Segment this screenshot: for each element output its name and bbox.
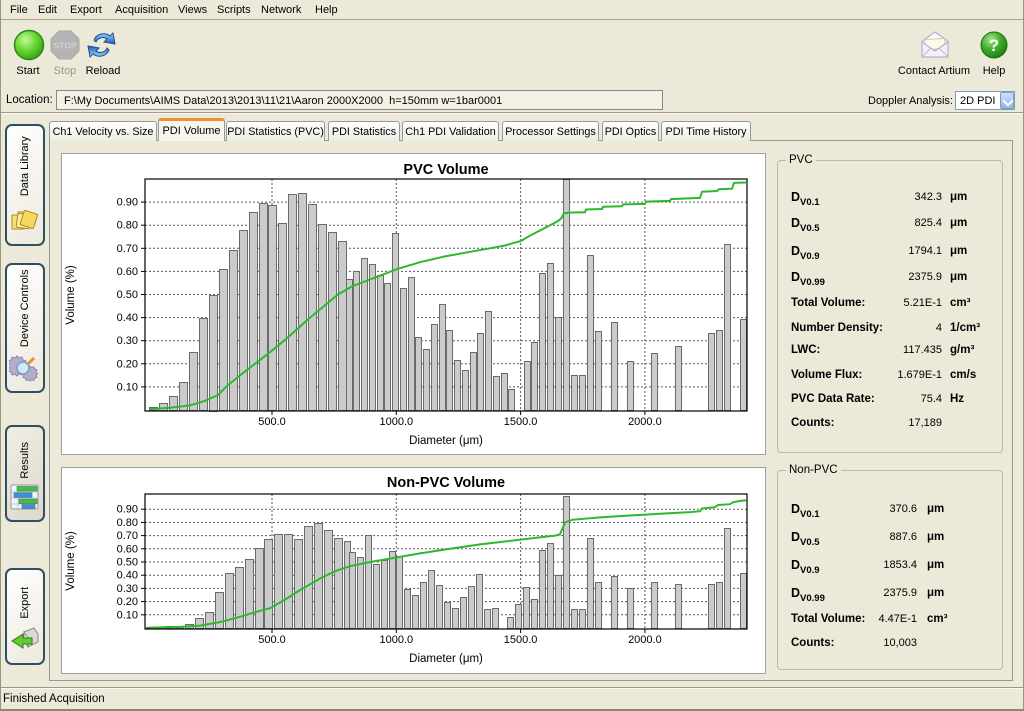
svg-text:Diameter (μm): Diameter (μm) [409, 435, 483, 447]
svg-text:0.20: 0.20 [117, 596, 138, 608]
svg-text:0.30: 0.30 [117, 335, 138, 347]
svg-text:0.60: 0.60 [117, 266, 138, 278]
svg-text:0.60: 0.60 [117, 543, 138, 555]
svg-text:1500.0: 1500.0 [504, 416, 538, 428]
svg-text:1000.0: 1000.0 [379, 416, 413, 428]
svg-text:1500.0: 1500.0 [504, 634, 538, 646]
svg-text:0.70: 0.70 [117, 243, 138, 255]
svg-text:0.10: 0.10 [117, 609, 138, 621]
svg-text:PVC Volume: PVC Volume [403, 162, 488, 178]
svg-text:0.50: 0.50 [117, 557, 138, 569]
svg-text:0.80: 0.80 [117, 517, 138, 529]
svg-text:0.40: 0.40 [117, 570, 138, 582]
svg-text:0.40: 0.40 [117, 312, 138, 324]
svg-text:0.90: 0.90 [117, 197, 138, 209]
svg-text:0.90: 0.90 [117, 504, 138, 516]
svg-text:STOP: STOP [54, 41, 77, 51]
svg-text:2000.0: 2000.0 [628, 634, 662, 646]
svg-text:2000.0: 2000.0 [628, 416, 662, 428]
svg-text:?: ? [989, 36, 999, 55]
svg-text:0.80: 0.80 [117, 220, 138, 232]
svg-text:0.10: 0.10 [117, 381, 138, 393]
svg-text:Volume (%): Volume (%) [65, 265, 77, 325]
svg-text:0.70: 0.70 [117, 530, 138, 542]
svg-text:Non-PVC Volume: Non-PVC Volume [387, 475, 505, 491]
svg-text:0.30: 0.30 [117, 583, 138, 595]
svg-text:500.0: 500.0 [258, 634, 286, 646]
svg-text:0.20: 0.20 [117, 358, 138, 370]
svg-text:Diameter (μm): Diameter (μm) [409, 653, 483, 665]
svg-text:0.50: 0.50 [117, 289, 138, 301]
svg-text:500.0: 500.0 [258, 416, 286, 428]
svg-text:Volume (%): Volume (%) [65, 531, 77, 591]
svg-text:1000.0: 1000.0 [379, 634, 413, 646]
